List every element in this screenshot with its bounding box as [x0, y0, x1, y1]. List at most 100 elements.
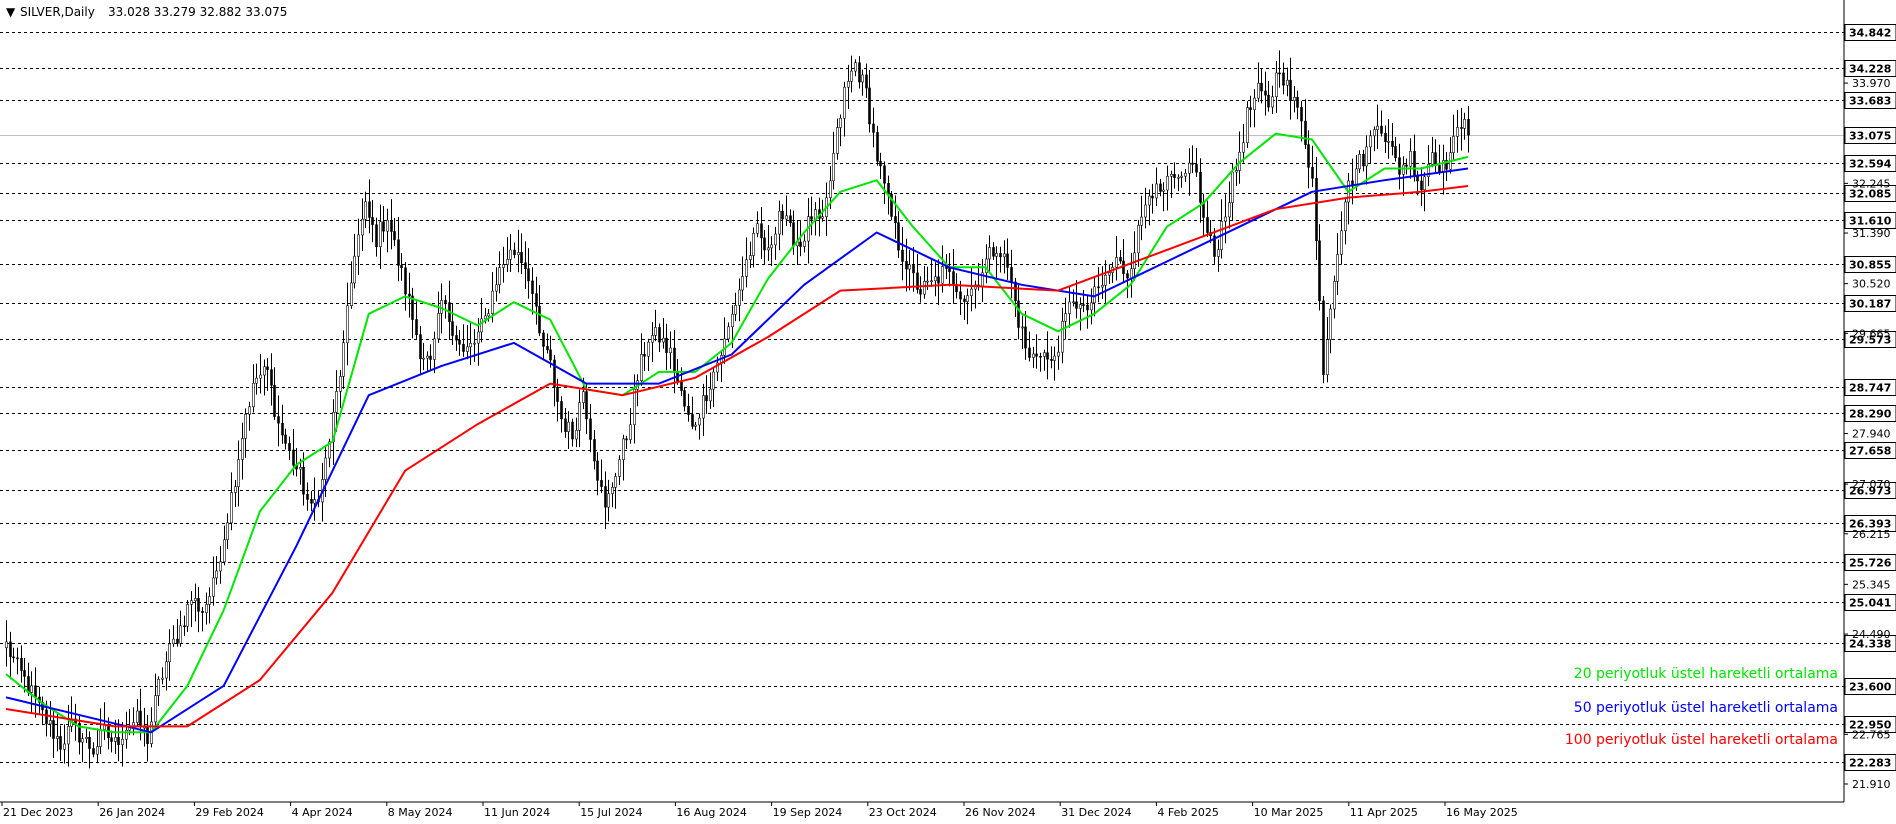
candle-body [745, 259, 748, 277]
candle-body [1195, 164, 1198, 173]
candle-body [861, 74, 864, 83]
candle-body [698, 417, 701, 426]
candle-body [85, 736, 88, 739]
candle-body [731, 313, 734, 328]
candle-body [172, 638, 175, 645]
candle-body [1282, 72, 1285, 86]
time-tick-label: 19 Sep 2024 [773, 806, 843, 819]
candle-body [578, 402, 581, 431]
candle-body [1311, 166, 1314, 179]
candle-body [419, 334, 422, 359]
candle-body [1373, 129, 1376, 137]
candle-body [865, 74, 868, 89]
candle-body [930, 280, 933, 283]
candle-body [49, 720, 52, 725]
candle-body [404, 267, 407, 295]
candle-body [288, 443, 291, 451]
candle-body [183, 625, 186, 628]
candle-body [96, 746, 99, 755]
candle-body [1289, 79, 1292, 101]
candle-body [1416, 176, 1419, 182]
candle-body [1140, 216, 1143, 226]
candle-body [1050, 358, 1053, 361]
time-tick-label: 26 Nov 2024 [965, 806, 1035, 819]
candle-body [658, 327, 661, 343]
candle-body [451, 321, 454, 336]
candle-body [1061, 320, 1064, 353]
candle[interactable] [1322, 295, 1325, 384]
candle-body [1260, 82, 1263, 92]
price-chart[interactable]: 34.84234.22833.68332.59432.08531.61030.8… [0, 0, 1896, 820]
candle-body [669, 347, 672, 353]
candle-body [81, 738, 84, 743]
candle-body [1394, 146, 1397, 158]
candle-body [1166, 175, 1169, 191]
time-tick-label: 26 Jan 2024 [99, 806, 165, 819]
time-tick-label: 15 Jul 2024 [580, 806, 642, 819]
candle-body [371, 217, 374, 225]
candle-body [1365, 146, 1368, 167]
candle-body [1460, 127, 1463, 129]
candle-body [1159, 183, 1162, 192]
candle-body [1155, 183, 1158, 199]
candle-body [1253, 97, 1256, 111]
candle-body [1043, 352, 1046, 357]
candle-body [20, 657, 23, 671]
candle-body [208, 596, 211, 605]
level-label: 23.600 [1849, 681, 1892, 694]
candle-body [549, 349, 552, 361]
candle-body [422, 357, 425, 360]
candle-body [593, 439, 596, 462]
candle-body [1130, 268, 1133, 279]
time-tick-label: 29 Feb 2024 [195, 806, 263, 819]
candle-body [99, 729, 102, 747]
candle-body [487, 313, 490, 317]
price-tick-label: 21.910 [1852, 778, 1891, 791]
candle[interactable] [890, 191, 893, 221]
candle-body [966, 295, 969, 302]
candle-body [1206, 217, 1209, 233]
candle-body [959, 291, 962, 300]
candle-body [477, 331, 480, 344]
dropdown-triangle-icon[interactable]: ▼ [6, 5, 16, 19]
candle-body [263, 366, 266, 376]
price-tick-label: 24.490 [1852, 628, 1891, 641]
candle-body [197, 598, 200, 612]
candle-body [1402, 164, 1405, 175]
candle-body [335, 391, 338, 413]
candle-body [379, 221, 382, 247]
candle-body [948, 268, 951, 272]
candle-body [299, 467, 302, 470]
candle-body [52, 720, 55, 739]
candle-body [756, 223, 759, 234]
candle-body [770, 244, 773, 249]
candle-body [375, 224, 378, 247]
candle-body [284, 434, 287, 444]
candle-body [484, 315, 487, 320]
candle-body [1278, 72, 1281, 75]
candle-body [836, 127, 839, 154]
candle-body [1006, 253, 1009, 268]
legend: 20 periyotluk üstel hareketli ortalama 50… [1565, 666, 1838, 748]
level-label: 30.855 [1849, 259, 1891, 272]
candle-body [368, 201, 371, 218]
candle-body [310, 499, 313, 504]
candle-body [1101, 284, 1104, 288]
price-tick-label: 30.520 [1852, 278, 1891, 291]
candle-body [596, 460, 599, 481]
candle-body [1057, 351, 1060, 357]
candle-body [277, 416, 280, 424]
candle-body [114, 737, 117, 742]
candle-body [230, 492, 233, 524]
candle-body [1093, 286, 1096, 304]
candle-body [560, 401, 563, 420]
candle-body [1300, 107, 1303, 122]
candle-body [1344, 201, 1347, 232]
candle-body [324, 457, 327, 480]
candle-body [691, 414, 694, 427]
price-tick-label: 27.940 [1852, 428, 1891, 441]
candle-body [390, 219, 393, 232]
candle-body [63, 743, 66, 750]
candle[interactable] [1246, 101, 1249, 149]
candle-body [1003, 253, 1006, 258]
